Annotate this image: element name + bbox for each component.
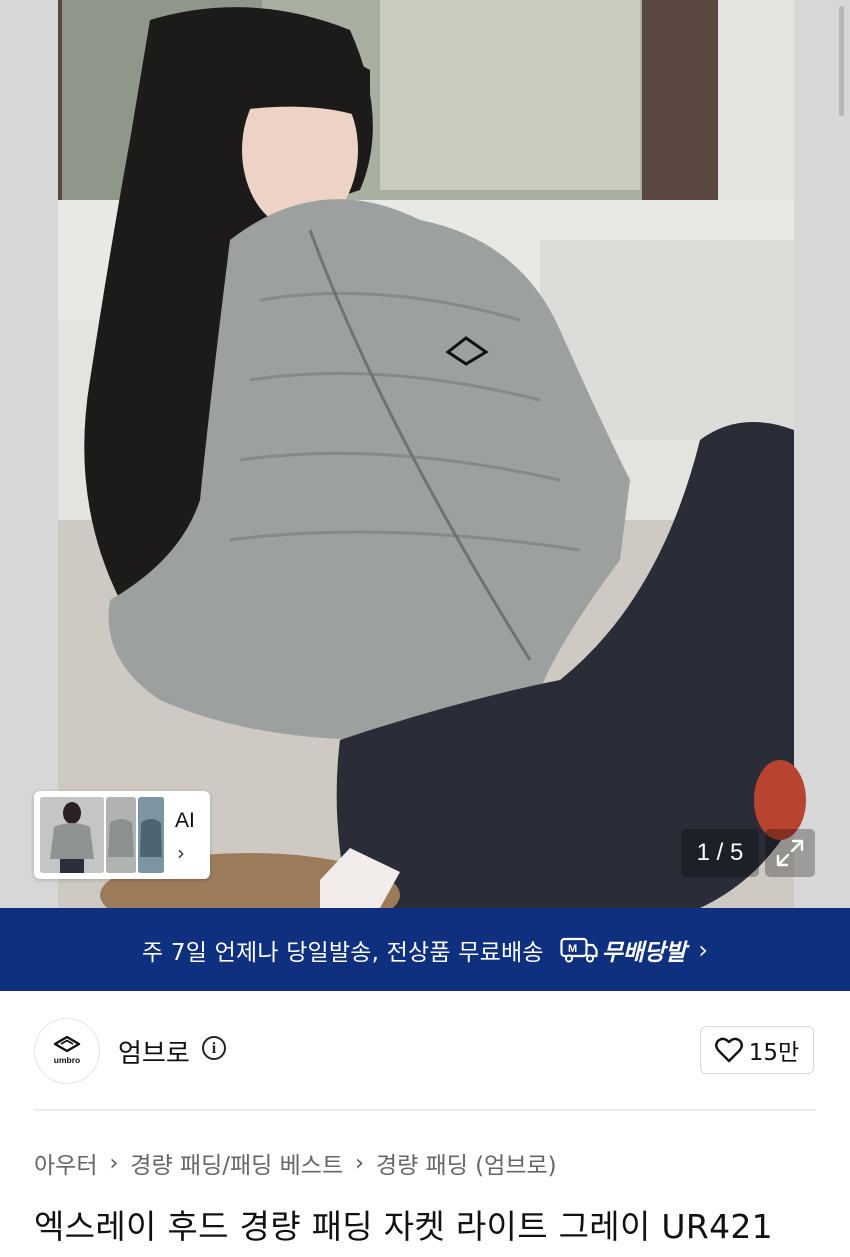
product-image-gallery[interactable]: AI › 1 / 5	[0, 0, 850, 908]
image-counter: 1 / 5	[681, 829, 759, 877]
ai-thumbnail	[106, 797, 136, 873]
breadcrumb: 아우터 › 경량 패딩/패딩 베스트 › 경량 패딩 (엄브로)	[34, 1146, 557, 1180]
shipping-banner[interactable]: 주 7일 언제나 당일발송, 전상품 무료배송 M 무배당발 ›	[0, 908, 850, 991]
chevron-right-icon: ›	[109, 1150, 119, 1176]
expand-icon	[776, 839, 804, 867]
like-button[interactable]: 15만	[700, 1026, 814, 1074]
brand-name[interactable]: 엄브로	[118, 1033, 190, 1070]
breadcrumb-item[interactable]: 경량 패딩 (엄브로)	[376, 1146, 557, 1180]
ai-thumbnail	[40, 797, 104, 873]
chevron-right-icon: ›	[698, 935, 708, 964]
ai-thumbnail	[138, 797, 164, 873]
brand-logo[interactable]: umbro	[34, 1018, 100, 1084]
heart-icon	[714, 1037, 743, 1063]
info-icon[interactable]: i	[202, 1036, 226, 1060]
shipping-badge-label: 무배당발	[601, 939, 687, 966]
svg-text:umbro: umbro	[54, 1055, 80, 1065]
shipping-banner-text: 주 7일 언제나 당일발송, 전상품 무료배송	[142, 939, 544, 966]
svg-text:M: M	[568, 943, 577, 955]
breadcrumb-item[interactable]: 아우터	[34, 1146, 97, 1180]
divider	[34, 1109, 816, 1111]
product-photo	[0, 0, 850, 908]
breadcrumb-item[interactable]: 경량 패딩/패딩 베스트	[130, 1146, 343, 1180]
chevron-right-icon: ›	[177, 841, 185, 865]
scrollbar[interactable]	[839, 6, 844, 116]
chevron-right-icon: ›	[355, 1150, 364, 1176]
product-title: 엑스레이 후드 경량 패딩 자켓 라이트 그레이 UR421	[34, 1207, 773, 1246]
brand-row: umbro 엄브로 i 15만	[0, 991, 850, 1111]
ai-style-recommendation[interactable]: AI ›	[34, 791, 210, 879]
delivery-truck-icon: M	[560, 937, 598, 962]
like-count: 15만	[748, 1040, 800, 1066]
ai-label: AI	[175, 809, 195, 832]
fullscreen-button[interactable]	[765, 829, 815, 877]
umbro-logo-icon: umbro	[54, 1036, 80, 1065]
same-day-shipping-badge: M 무배당발	[560, 933, 687, 967]
